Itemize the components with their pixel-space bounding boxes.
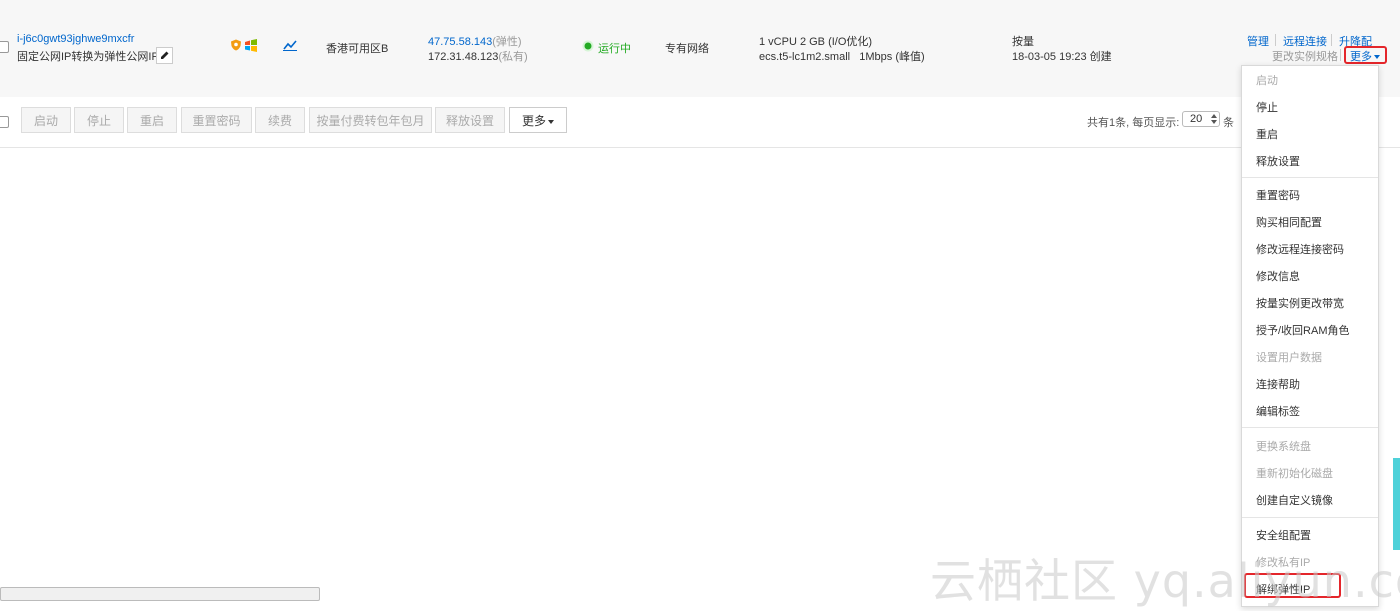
toolbar-more-button[interactable]: 更多 — [509, 107, 567, 133]
menu-divider — [1242, 427, 1378, 428]
status-text: 运行中 — [598, 43, 631, 55]
network-type: 专有网络 — [665, 43, 709, 55]
public-ip: 47.75.58.143(弹性) — [428, 33, 522, 49]
private-ip-value: 172.31.48.123 — [428, 51, 499, 63]
menu-item-ram-role[interactable]: 授予/收回RAM角色 — [1256, 322, 1350, 338]
public-ip-value[interactable]: 47.75.58.143 — [428, 36, 492, 48]
menu-item-reset-password[interactable]: 重置密码 — [1256, 187, 1300, 203]
menu-item-restart[interactable]: 重启 — [1256, 126, 1278, 142]
menu-item-change-bandwidth[interactable]: 按量实例更改带宽 — [1256, 295, 1344, 311]
instance-row: i-j6c0gwt93jghwe9mxcfr 固定公网IP转换为弹性公网IP 香… — [0, 0, 1400, 98]
running-status-icon — [582, 40, 594, 52]
menu-divider — [1242, 177, 1378, 178]
created-time: 18-03-05 19:23 创建 — [1012, 51, 1112, 63]
menu-item-release-settings[interactable]: 释放设置 — [1256, 153, 1300, 169]
convert-billing-button[interactable]: 按量付费转包年包月 — [309, 107, 432, 133]
instance-name: 固定公网IP转换为弹性公网IP — [17, 51, 159, 63]
menu-item-buy-same-config[interactable]: 购买相同配置 — [1256, 214, 1322, 230]
spec-line-1: 1 vCPU 2 GB (I/O优化) — [759, 36, 873, 48]
side-tab[interactable] — [1393, 458, 1400, 550]
pager-summary: 共有1条, 每页显示: — [1087, 117, 1180, 129]
windows-icon — [245, 39, 257, 52]
renew-button[interactable]: 续费 — [255, 107, 305, 133]
menu-item-create-image[interactable]: 创建自定义镜像 — [1256, 492, 1333, 508]
bulk-toolbar: 启动 停止 重启 重置密码 续费 按量付费转包年包月 释放设置 更多 共有1条,… — [0, 97, 1400, 148]
restart-button[interactable]: 重启 — [127, 107, 177, 133]
monitor-chart-icon[interactable] — [283, 40, 297, 51]
private-ip-tag: (私有) — [498, 51, 528, 63]
divider — [1331, 34, 1332, 46]
menu-item-user-data[interactable]: 设置用户数据 — [1256, 349, 1322, 365]
menu-item-stop[interactable]: 停止 — [1256, 99, 1278, 115]
reset-password-button[interactable]: 重置密码 — [181, 107, 252, 133]
row-checkbox[interactable] — [0, 41, 9, 53]
highlight-box — [1344, 46, 1387, 64]
zone: 香港可用区B — [326, 43, 389, 55]
menu-item-change-remote-password[interactable]: 修改远程连接密码 — [1256, 241, 1344, 257]
pencil-icon — [161, 51, 169, 59]
stop-button[interactable]: 停止 — [74, 107, 124, 133]
menu-item-edit-tags[interactable]: 编辑标签 — [1256, 403, 1300, 419]
instance-id-link[interactable]: i-j6c0gwt93jghwe9mxcfr — [17, 33, 134, 45]
toolbar-more-label: 更多 — [521, 114, 546, 128]
page-size-value: 20 — [1190, 113, 1203, 125]
stepper-arrows-icon — [1211, 114, 1217, 124]
billing-method: 按量 — [1012, 36, 1034, 48]
start-button[interactable]: 启动 — [21, 107, 71, 133]
more-actions-menu: 启动 停止 重启 释放设置 重置密码 购买相同配置 修改远程连接密码 修改信息 … — [1241, 65, 1379, 607]
spec-line-2: ecs.t5-lc1m2.small 1Mbps (峰值) — [759, 51, 925, 63]
divider — [1275, 34, 1276, 46]
divider — [1340, 49, 1341, 61]
security-shield-icon — [231, 39, 241, 51]
private-ip: 172.31.48.123(私有) — [428, 48, 528, 64]
manage-link[interactable]: 管理 — [1247, 33, 1269, 49]
select-all-checkbox[interactable] — [0, 116, 9, 128]
menu-divider — [1242, 517, 1378, 518]
remote-connect-link[interactable]: 远程连接 — [1283, 33, 1327, 49]
page-size-select[interactable]: 20 — [1182, 111, 1220, 127]
menu-item-replace-system-disk[interactable]: 更换系统盘 — [1256, 438, 1311, 454]
menu-item-security-group[interactable]: 安全组配置 — [1256, 527, 1311, 543]
caret-down-icon — [548, 119, 554, 124]
watermark: 云栖社区 yq.aliyun.com — [930, 554, 1400, 608]
public-ip-tag: (弹性) — [492, 36, 522, 48]
horizontal-scrollbar[interactable] — [0, 587, 320, 601]
pager-suffix: 条 — [1223, 117, 1234, 129]
menu-item-connect-help[interactable]: 连接帮助 — [1256, 376, 1300, 392]
menu-item-start[interactable]: 启动 — [1256, 72, 1278, 88]
change-spec-link[interactable]: 更改实例规格 — [1272, 48, 1338, 64]
edit-name-button[interactable] — [156, 47, 173, 64]
menu-item-reinit-disk[interactable]: 重新初始化磁盘 — [1256, 465, 1333, 481]
release-settings-button[interactable]: 释放设置 — [435, 107, 505, 133]
menu-item-edit-info[interactable]: 修改信息 — [1256, 268, 1300, 284]
